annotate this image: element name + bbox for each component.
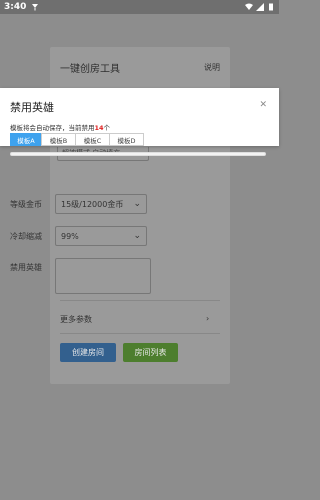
notification-icon <box>32 4 39 11</box>
tab-template-d[interactable]: 模板D <box>109 133 144 146</box>
divider <box>60 333 220 334</box>
modal-description: 模板将会自动保存，当前禁用14个 <box>10 122 110 132</box>
tab-template-a[interactable]: 模板A <box>10 133 42 146</box>
create-room-button[interactable]: 创建房间 <box>60 343 116 362</box>
banned-heroes-modal: 禁用英雄 ✕ 模板将会自动保存，当前禁用14个 模板A 模板B 模板C 模板D <box>0 88 279 146</box>
level-gold-row: 等级金币 15级/12000金币 ⌄ <box>10 194 175 214</box>
signal-icon <box>256 3 264 11</box>
status-bar: 3:40 <box>0 0 279 14</box>
level-gold-value: 15级/12000金币 <box>61 199 124 209</box>
cooldown-label: 冷却缩减 <box>10 231 42 241</box>
close-icon[interactable]: ✕ <box>259 100 267 110</box>
cooldown-select[interactable]: 99% ⌄ <box>55 226 147 246</box>
banned-heroes-field[interactable] <box>55 258 151 294</box>
more-params-label: 更多参数 <box>60 315 92 324</box>
tab-template-b[interactable]: 模板B <box>41 133 76 146</box>
help-link[interactable]: 说明 <box>204 62 220 73</box>
modal-content-bar <box>10 152 266 156</box>
chevron-right-icon: › <box>206 314 210 323</box>
cooldown-value: 99% <box>61 231 79 241</box>
cooldown-row: 冷却缩减 99% ⌄ <box>10 226 175 246</box>
level-gold-select[interactable]: 15级/12000金币 ⌄ <box>55 194 147 214</box>
status-time: 3:40 <box>4 2 27 12</box>
banned-heroes-label: 禁用英雄 <box>10 263 42 272</box>
room-list-button[interactable]: 房间列表 <box>123 343 178 362</box>
desc-prefix: 模板将会自动保存，当前禁用 <box>10 124 95 132</box>
chevron-down-icon: ⌄ <box>133 231 141 241</box>
banned-count: 14 <box>94 124 104 132</box>
wifi-icon <box>245 3 253 10</box>
battery-icon <box>269 3 273 11</box>
desc-suffix: 个 <box>103 124 111 132</box>
level-gold-label: 等级金币 <box>10 199 42 209</box>
card-title: 一键创房工具 <box>60 63 120 75</box>
more-params-row[interactable]: 更多参数 › <box>60 314 220 325</box>
card-header: 一键创房工具 说明 <box>50 47 230 87</box>
chevron-down-icon: ⌄ <box>133 199 141 209</box>
tab-template-c[interactable]: 模板C <box>75 133 110 146</box>
divider <box>60 300 220 301</box>
template-tabs: 模板A 模板B 模板C 模板D <box>10 133 144 146</box>
banned-heroes-row: 禁用英雄 <box>10 258 175 294</box>
modal-title: 禁用英雄 <box>10 101 54 114</box>
